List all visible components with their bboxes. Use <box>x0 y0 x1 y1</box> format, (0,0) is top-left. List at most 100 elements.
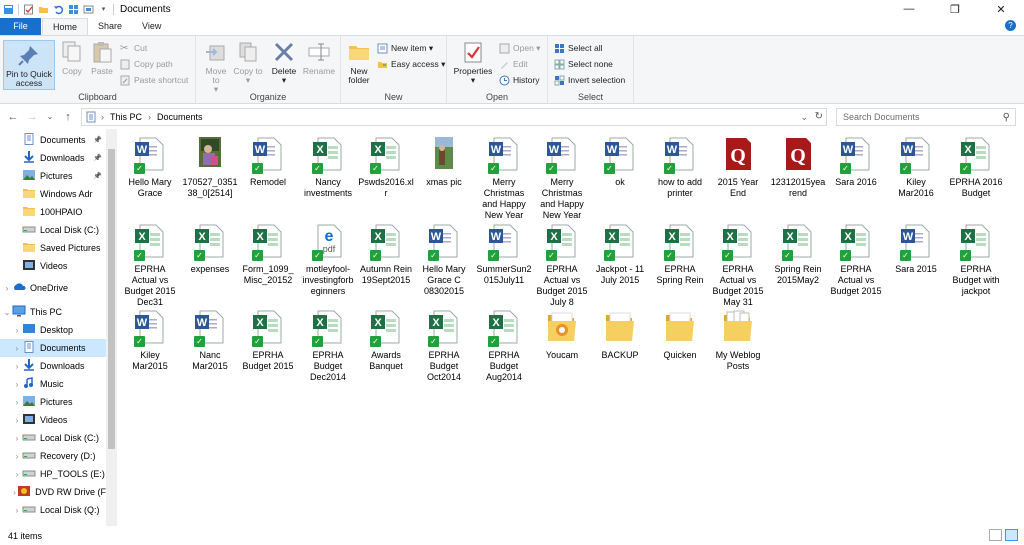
file-item[interactable]: X ✓ EPRHA Actual vs Budget 2015 <box>828 223 884 297</box>
nav-item-local-disk-c[interactable]: › Local Disk (C:) <box>0 429 106 447</box>
address-dropdown-icon[interactable]: ⌄ <box>800 112 808 123</box>
file-item[interactable]: W ✓ Merry Christmas and Happy New Year <box>534 136 590 221</box>
file-item[interactable]: W ✓ Hello Mary Grace C 08302015 <box>416 223 472 297</box>
file-item[interactable]: 170527_035138_0[2514] <box>182 136 238 199</box>
new-folder-button[interactable]: New folder <box>344 40 374 85</box>
file-item[interactable]: X ✓ Awards Banquet <box>358 309 414 372</box>
file-item[interactable]: e pdf ✓ motleyfool-investingforbeginners <box>300 223 356 297</box>
customize-qat-chevron-icon[interactable]: ▾ <box>98 4 109 15</box>
expand-right-icon[interactable]: › <box>12 344 22 353</box>
file-item[interactable]: X ✓ Pswds2016.xlr <box>358 136 414 199</box>
file-item[interactable]: X ✓ EPRHA 2016 Budget <box>948 136 1004 199</box>
file-item[interactable]: X ✓ EPRHA Budget with jackpot <box>948 223 1004 297</box>
file-item[interactable]: X ✓ EPRHA Budget Aug2014 <box>476 309 532 383</box>
expand-right-icon[interactable]: › <box>12 362 22 371</box>
help-icon[interactable]: ? <box>1005 20 1016 31</box>
cut-button[interactable]: ✂ Cut <box>120 41 147 55</box>
nav-item-documents[interactable]: › Documents <box>0 339 106 357</box>
copy-button[interactable]: Copy <box>58 40 86 76</box>
expand-down-icon[interactable]: ⌄ <box>2 308 12 317</box>
file-item[interactable]: X ✓ EPRHA Actual vs Budget 2015 July 8 <box>534 223 590 308</box>
select-all-button[interactable]: Select all <box>554 41 603 55</box>
file-item[interactable]: W ✓ SummerSun2015July11 <box>476 223 532 286</box>
view-qat-icon[interactable] <box>68 4 79 15</box>
undo-qat-icon[interactable] <box>53 4 64 15</box>
copy-to-button[interactable]: Copy to ▾ <box>233 40 263 85</box>
expand-right-icon[interactable]: › <box>12 434 22 443</box>
large-icons-view-button[interactable] <box>1005 529 1018 541</box>
details-view-button[interactable] <box>989 529 1002 541</box>
nav-item-documents[interactable]: Documents 📌 <box>0 131 106 149</box>
nav-item-local-disk-q[interactable]: › Local Disk (Q:) <box>0 501 106 519</box>
file-item[interactable]: Q 12312015yearend <box>770 136 826 199</box>
nav-item-videos[interactable]: › Videos <box>0 411 106 429</box>
minimize-button[interactable]: — <box>886 0 932 18</box>
file-item[interactable]: My Weblog Posts <box>710 309 766 372</box>
refresh-icon[interactable]: ↻ <box>815 111 823 122</box>
expand-right-icon[interactable]: › <box>12 326 22 335</box>
nav-item-dvd-rw-drive-f[interactable]: › DVD RW Drive (F <box>0 483 106 501</box>
file-item[interactable]: X ✓ EPRHA Budget 2015 <box>240 309 296 372</box>
file-item[interactable]: W ✓ Kiley Mar2015 <box>122 309 178 372</box>
nav-item-local-disk-c[interactable]: Local Disk (C:) <box>0 221 106 239</box>
address-bar[interactable]: › This PC › Documents ⌄ ↻ <box>81 108 827 126</box>
paste-shortcut-button[interactable]: Paste shortcut <box>120 73 188 87</box>
nav-item-desktop[interactable]: › Desktop <box>0 321 106 339</box>
new-folder-qat-icon[interactable] <box>38 4 49 15</box>
file-item[interactable]: Youcam <box>534 309 590 361</box>
nav-item-this-pc[interactable]: ⌄ This PC <box>0 303 106 321</box>
file-item[interactable]: X ✓ Spring Rein 2015May2 <box>770 223 826 286</box>
file-item[interactable]: X ✓ EPRHA Budget Dec2014 <box>300 309 356 383</box>
expand-right-icon[interactable]: › <box>12 416 22 425</box>
file-item[interactable]: W ✓ Remodel <box>240 136 296 188</box>
up-button[interactable]: ↑ <box>61 110 75 124</box>
rename-button[interactable]: Rename <box>302 40 336 76</box>
file-item[interactable]: W ✓ Kiley Mar2016 <box>888 136 944 199</box>
select-none-button[interactable]: Select none <box>554 57 613 71</box>
move-to-button[interactable]: Move to ▾ <box>201 40 231 94</box>
file-item[interactable]: X ✓ EPRHA Spring Rein <box>652 223 708 286</box>
nav-scrollbar[interactable] <box>106 129 117 526</box>
file-item[interactable]: X ✓ expenses <box>182 223 238 275</box>
breadcrumb-documents[interactable]: Documents <box>157 112 203 122</box>
file-item[interactable]: BACKUP <box>592 309 648 361</box>
delete-button[interactable]: Delete ▾ <box>267 40 301 85</box>
new-item-button[interactable]: New item ▾ <box>377 41 433 55</box>
edit-button[interactable]: Edit <box>499 57 528 71</box>
restore-button[interactable]: ❐ <box>932 0 978 18</box>
nav-item-saved-pictures[interactable]: Saved Pictures <box>0 239 106 257</box>
expand-right-icon[interactable]: › <box>12 506 22 515</box>
file-item[interactable]: X ✓ EPRHA Actual vs Budget 2015 May 31 <box>710 223 766 308</box>
file-item[interactable]: X ✓ Form_1099_Misc_20152 <box>240 223 296 286</box>
open-button[interactable]: Open ▾ <box>499 41 540 55</box>
expand-right-icon[interactable]: › <box>12 470 22 479</box>
file-item[interactable]: W ✓ how to add printer <box>652 136 708 199</box>
properties-button[interactable]: Properties ▾ <box>451 40 495 85</box>
history-button[interactable]: History <box>499 73 539 87</box>
breadcrumb-this-pc[interactable]: This PC <box>110 112 142 122</box>
nav-item-pictures[interactable]: › Pictures <box>0 393 106 411</box>
nav-item-100hpaio[interactable]: 100HPAIO <box>0 203 106 221</box>
file-item[interactable]: Quicken <box>652 309 708 361</box>
file-item[interactable]: X ✓ Autumn Rein 19Sept2015 <box>358 223 414 286</box>
close-button[interactable]: ✕ <box>978 0 1024 18</box>
file-item[interactable]: X ✓ EPRHA Budget Oct2014 <box>416 309 472 383</box>
file-item[interactable]: W ✓ Hello Mary Grace <box>122 136 178 199</box>
nav-item-downloads[interactable]: Downloads 📌 <box>0 149 106 167</box>
expand-right-icon[interactable]: › <box>2 284 12 293</box>
file-item[interactable]: W ✓ ok <box>592 136 648 188</box>
file-item[interactable]: xmas pic <box>416 136 472 188</box>
nav-scrollbar-thumb[interactable] <box>108 149 115 449</box>
tab-file[interactable]: File <box>0 18 41 35</box>
easy-access-button[interactable]: Easy access ▾ <box>377 57 445 71</box>
rename-qat-icon[interactable] <box>83 4 94 15</box>
expand-right-icon[interactable]: › <box>12 380 22 389</box>
nav-item-hp-tools-e[interactable]: › HP_TOOLS (E:) <box>0 465 106 483</box>
back-button[interactable]: ← <box>6 110 20 124</box>
file-item[interactable]: W ✓ Sara 2016 <box>828 136 884 188</box>
tab-share[interactable]: Share <box>88 18 132 35</box>
nav-item-pictures[interactable]: Pictures 📌 <box>0 167 106 185</box>
expand-right-icon[interactable]: › <box>12 452 22 461</box>
file-item[interactable]: W✓Merry Christmas and Happy New Year 201… <box>476 136 532 221</box>
nav-item-downloads[interactable]: › Downloads <box>0 357 106 375</box>
